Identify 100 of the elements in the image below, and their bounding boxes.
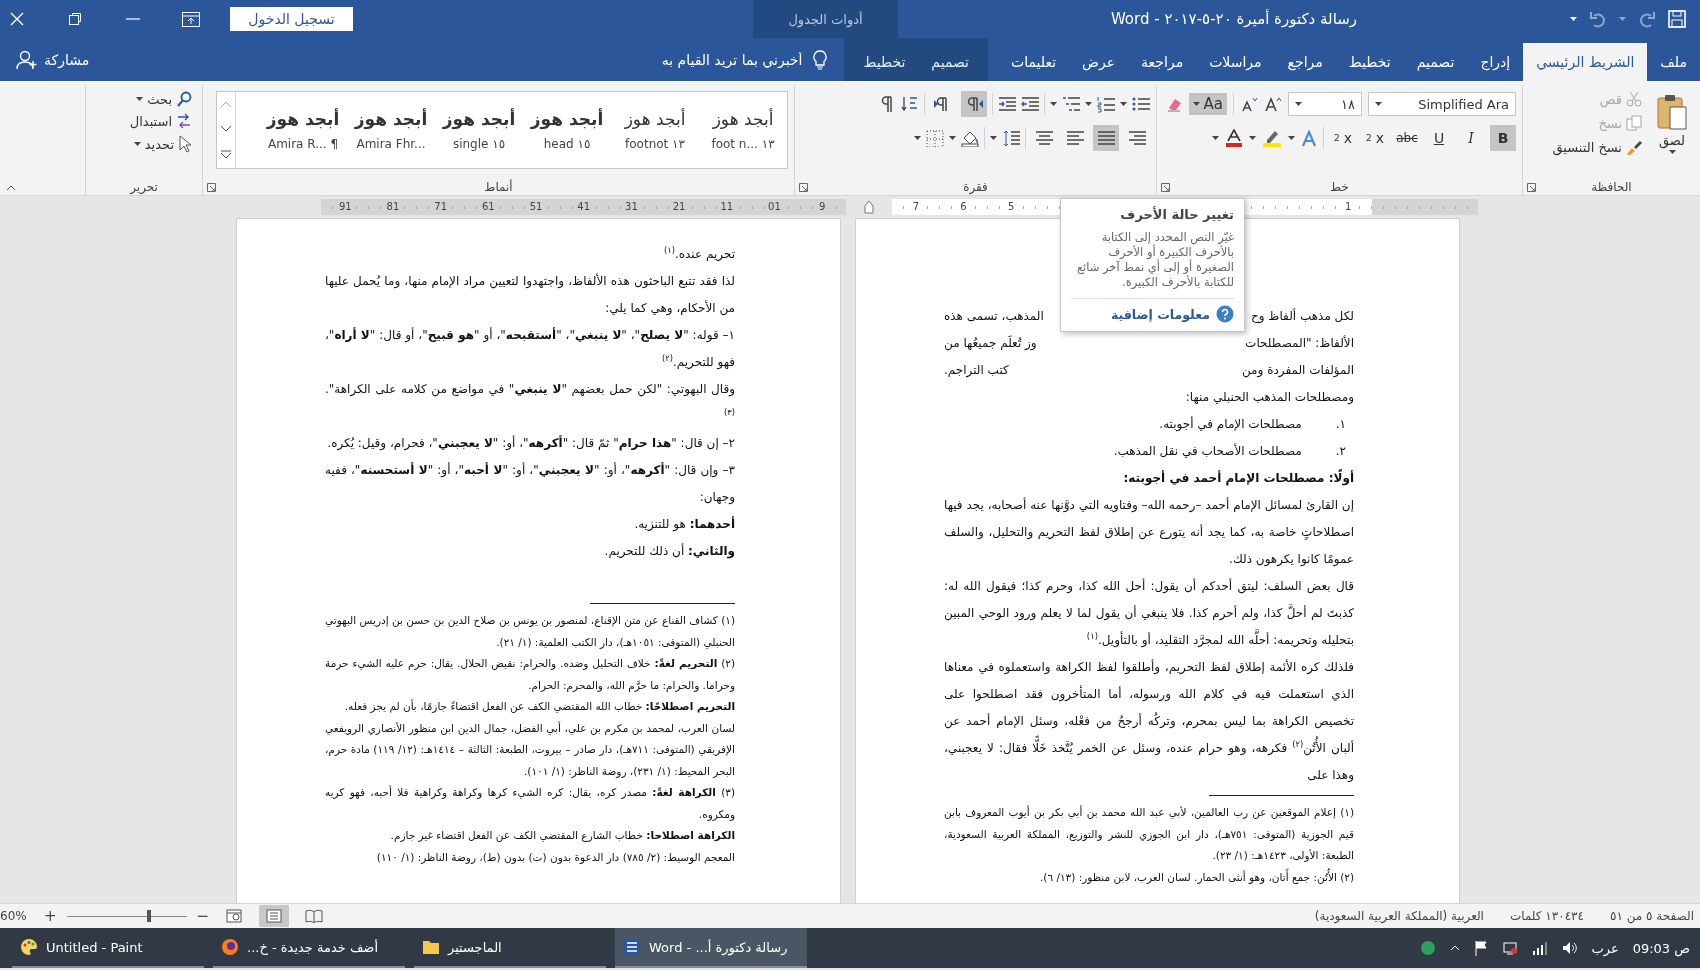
numbered-list-icon[interactable] [1097,95,1115,113]
replace-button[interactable]: استبدال [125,111,196,131]
caret-icon[interactable] [1668,150,1676,154]
caret-icon[interactable] [1120,102,1127,106]
ruler-number: 71 [432,201,449,212]
contextual-tools-label: أدوات الجدول [788,11,863,27]
share-button[interactable]: مشاركة [44,51,90,68]
strike-button[interactable]: abc [1394,125,1420,151]
ribbon-tab[interactable]: ملف [1647,43,1700,81]
taskbar-button[interactable]: الماجستير [414,928,606,968]
help-icon[interactable] [1216,305,1234,323]
zoom-out-button[interactable]: − [196,907,210,925]
font-name-field[interactable]: Simplified Ara [1368,92,1516,116]
bold-button[interactable]: B [1490,125,1516,151]
font-size-field[interactable]: ١٨ [1288,92,1362,116]
ribbon-tab[interactable]: مراجعة [1128,43,1197,81]
ribbon-tab[interactable]: تخطيط [850,43,919,81]
select-button[interactable]: تحديد [129,133,196,155]
word-count: ١٣٠٤٣٤ كلمات [1509,909,1584,923]
ribbon-display-icon[interactable] [182,11,200,27]
tray-app-icon[interactable] [1419,940,1436,956]
volume-icon[interactable] [1561,941,1578,955]
font-color-icon[interactable] [1225,129,1243,147]
caret-icon[interactable] [1295,102,1302,106]
scroll-down-icon[interactable] [220,125,232,133]
clock[interactable]: ص 09:03 [1632,940,1690,956]
close-icon[interactable] [10,12,24,26]
indent-marker-icon[interactable] [864,200,874,214]
ribbon-tab[interactable]: مراجع [1274,43,1336,81]
ribbon-tab[interactable]: تخطيط [1335,43,1404,81]
superscript-button[interactable]: x$^{2}$ [1330,125,1356,151]
ribbon-tab[interactable]: تعليمات [998,43,1070,81]
find-button[interactable]: بحث [132,89,196,109]
caret-icon[interactable] [1192,102,1200,106]
ribbon-tab[interactable]: إدراج [1467,43,1524,81]
signal-bars-icon[interactable] [1531,941,1548,955]
taskbar-button[interactable]: رسالة دكتورة أ... - Word [615,928,807,968]
caret-icon[interactable] [949,136,956,140]
taskbar-button[interactable]: Untitled - Paint [12,928,204,968]
ribbon-tab[interactable]: مراسلات [1196,43,1275,81]
text-effects-icon[interactable] [1301,129,1317,147]
multilevel-list-icon[interactable] [1062,95,1080,113]
decrease-indent-icon[interactable] [1021,95,1039,113]
style-item[interactable]: أبجد هوز head ١٥ [523,92,611,168]
dialog-launcher-icon[interactable] [207,183,216,192]
align-left-icon [1066,129,1084,147]
underline-button[interactable]: U [1426,125,1452,151]
shrink-font-icon[interactable] [1240,96,1258,112]
taskbar-button[interactable]: أضف خدمة جديدة - خ... [213,928,405,968]
sort-icon[interactable] [901,95,919,113]
change-case-button[interactable]: Aa [1188,93,1227,115]
increase-indent-icon[interactable] [998,95,1016,113]
undo-icon[interactable] [1589,10,1607,28]
italic-button[interactable]: I [1458,125,1484,151]
sign-in-button[interactable]: تسجيل الدخول [230,7,353,31]
save-icon[interactable] [1668,10,1686,28]
page-layout-icon [266,909,283,923]
caret-icon[interactable] [1085,102,1092,106]
ribbon-tab[interactable]: الشريط الرئيسي [1523,43,1648,81]
dialog-launcher-icon[interactable] [1527,183,1536,192]
input-language[interactable]: عرب [1591,940,1619,956]
person-add-icon[interactable] [16,49,38,70]
caret-icon[interactable] [1249,136,1256,140]
ribbon-tab[interactable]: تصميم [1403,43,1468,81]
zoom-in-button[interactable]: + [44,907,57,925]
redo-icon[interactable] [1638,10,1656,28]
caret-icon[interactable] [990,136,997,140]
more-info-link[interactable]: معلومات إضافية [1111,306,1210,322]
zoom-percent[interactable]: 60% [0,909,34,923]
ribbon-tab[interactable]: عرض [1069,43,1129,81]
right-to-left-button[interactable] [961,91,987,117]
align-justify-button[interactable] [1093,125,1119,151]
restore-icon[interactable] [68,12,82,26]
caret-icon[interactable] [133,142,141,146]
caret-icon[interactable] [1288,136,1295,140]
ruler-number: 31 [623,201,640,212]
shading-icon[interactable] [961,129,979,147]
caret-icon[interactable] [1212,136,1219,140]
line-spacing-icon[interactable] [1002,129,1020,147]
more-styles-icon[interactable] [220,150,232,160]
caret-icon[interactable] [914,136,921,140]
style-item[interactable]: أبجد هوز foot n... ١٣ [699,92,787,168]
dialog-launcher-icon[interactable] [799,183,808,192]
grow-font-icon[interactable] [1264,96,1282,112]
flag-icon[interactable] [1473,940,1488,956]
caret-icon[interactable] [1570,17,1577,21]
caret-icon[interactable] [136,97,144,101]
highlighter-icon[interactable] [1262,129,1282,147]
caret-icon[interactable] [1375,102,1382,106]
caret-icon[interactable] [1050,102,1057,106]
collapse-ribbon-icon[interactable] [6,185,16,191]
dialog-launcher-icon[interactable] [1161,183,1170,192]
ribbon-tab[interactable]: تصميم [918,43,983,81]
paste-button[interactable]: لصق [1650,89,1694,158]
print-view-button[interactable] [259,905,290,927]
style-item[interactable]: أبجد هوز footnot ١٣ [611,92,699,168]
format-painter-button[interactable]: نسخ التنسيق [1548,137,1646,157]
bullet-list-icon[interactable] [1132,95,1150,113]
style-item[interactable]: أبجد هوز single ١٥ [435,92,523,168]
show-hidden-icons-icon[interactable] [1449,945,1460,951]
